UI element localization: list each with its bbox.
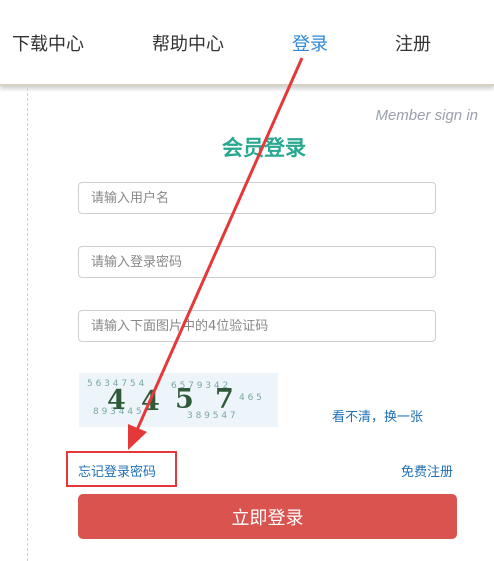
forgot-password-link[interactable]: 忘记登录密码 (78, 461, 156, 480)
nav-login[interactable]: 登录 (292, 30, 328, 56)
nav-download-center[interactable]: 下载中心 (12, 30, 84, 56)
refresh-captcha-link[interactable]: 看不清，换一张 (332, 406, 423, 425)
captcha-noise: 4 6 5 (239, 393, 262, 403)
captcha-digit: 4 (141, 386, 160, 417)
free-register-link[interactable]: 免费注册 (401, 461, 453, 480)
member-sign-in-caption: Member sign in (375, 107, 478, 124)
password-input[interactable] (78, 246, 436, 278)
captcha-digit: 4 (107, 385, 126, 416)
annotation-arrow-head (128, 424, 147, 450)
username-input[interactable] (78, 182, 436, 214)
captcha-digit: 5 (175, 384, 194, 415)
nav-register[interactable]: 注册 (395, 30, 431, 56)
captcha-input[interactable] (78, 310, 436, 342)
captcha-image[interactable]: 5 6 3 4 7 5 4 8 9 3 4 4 5 6 5 7 9 3 4 2 … (79, 373, 278, 427)
page-title: 会员登录 (222, 136, 306, 160)
top-nav: 下载中心 帮助中心 登录 注册 (0, 0, 494, 86)
nav-help-center[interactable]: 帮助中心 (152, 30, 224, 56)
login-button[interactable]: 立即登录 (78, 494, 457, 539)
captcha-digit: 7 (215, 384, 234, 415)
